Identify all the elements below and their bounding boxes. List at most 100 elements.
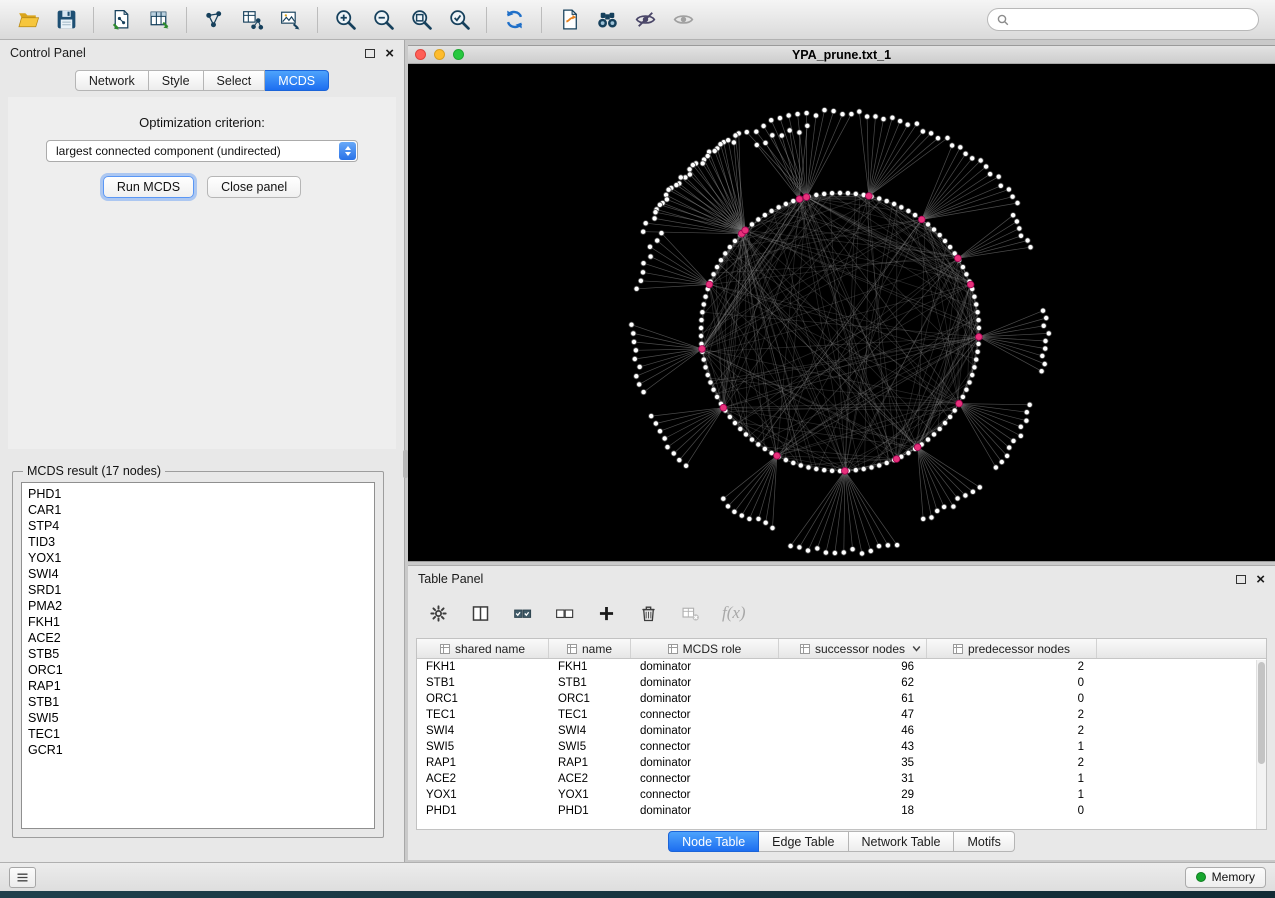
table-row[interactable]: SWI4SWI4dominator462 — [417, 723, 1266, 739]
close-window-icon[interactable] — [415, 49, 426, 60]
mcds-result-list[interactable]: PHD1CAR1STP4TID3YOX1SWI4SRD1PMA2FKH1ACE2… — [21, 482, 375, 829]
memory-button[interactable]: Memory — [1185, 867, 1266, 888]
tab-network-table[interactable]: Network Table — [849, 831, 955, 852]
mcds-result-node[interactable]: CAR1 — [28, 502, 374, 518]
tab-network[interactable]: Network — [75, 70, 149, 91]
table-cell: YOX1 — [549, 787, 631, 803]
mcds-result-node[interactable]: TID3 — [28, 534, 374, 550]
tab-mcds[interactable]: MCDS — [265, 70, 329, 91]
table-row[interactable]: ACE2ACE2connector311 — [417, 771, 1266, 787]
tab-edge-table[interactable]: Edge Table — [759, 831, 848, 852]
open-session-icon — [16, 7, 41, 32]
control-panel: Control Panel × NetworkStyleSelectMCDS O… — [0, 40, 405, 862]
mcds-result-node[interactable]: SWI4 — [28, 566, 374, 582]
export-table-button[interactable] — [234, 4, 270, 36]
network-canvas[interactable] — [408, 64, 1275, 561]
mcds-result-node[interactable]: ORC1 — [28, 662, 374, 678]
zoom-selected-button[interactable] — [441, 4, 477, 36]
close-panel-button[interactable]: Close panel — [207, 176, 301, 198]
deselect-all-button[interactable] — [554, 603, 575, 624]
import-table-file-button[interactable] — [141, 4, 177, 36]
column-label: MCDS role — [683, 642, 742, 656]
table-scrollbar[interactable] — [1256, 660, 1266, 829]
mcds-result-node[interactable]: SWI5 — [28, 710, 374, 726]
mcds-result-node[interactable]: PHD1 — [28, 486, 374, 502]
mcds-result-fieldset: MCDS result (17 nodes) PHD1CAR1STP4TID3Y… — [12, 464, 384, 838]
table-row[interactable]: TEC1TEC1connector472 — [417, 707, 1266, 723]
share-document-button[interactable] — [551, 4, 587, 36]
zoom-in-button[interactable] — [327, 4, 363, 36]
mcds-result-node[interactable]: STB5 — [28, 646, 374, 662]
table-cell: dominator — [631, 723, 779, 739]
mcds-result-node[interactable]: GCR1 — [28, 742, 374, 758]
export-network-button[interactable] — [196, 4, 232, 36]
status-menu-button[interactable] — [9, 867, 36, 888]
mcds-result-node[interactable]: STB1 — [28, 694, 374, 710]
column-header-name[interactable]: name — [549, 639, 631, 658]
table-row[interactable]: SWI5SWI5connector431 — [417, 739, 1266, 755]
dominator-node — [842, 468, 849, 475]
toggle-columns-button[interactable] — [470, 603, 491, 624]
apply-function-button[interactable]: f(x) — [722, 603, 746, 623]
float-table-panel-icon[interactable] — [1236, 575, 1246, 584]
import-network-file-button[interactable] — [103, 4, 139, 36]
show-details-button[interactable] — [665, 4, 701, 36]
table-row[interactable]: PHD1PHD1dominator180 — [417, 803, 1266, 819]
list-menu-icon — [15, 870, 30, 885]
column-header-MCDS-role[interactable]: MCDS role — [631, 639, 779, 658]
mcds-result-node[interactable]: FKH1 — [28, 614, 374, 630]
table-row[interactable]: YOX1YOX1connector291 — [417, 787, 1266, 803]
import-table-file-icon — [147, 7, 172, 32]
settings-gear-button[interactable] — [428, 603, 449, 624]
tab-node-table[interactable]: Node Table — [668, 831, 759, 852]
table-toolbar: f(x) — [408, 590, 1275, 636]
tab-style[interactable]: Style — [149, 70, 204, 91]
column-header-predecessor-nodes[interactable]: predecessor nodes — [927, 639, 1097, 658]
save-session-button[interactable] — [48, 4, 84, 36]
table-cell: 96 — [779, 659, 927, 675]
table-row[interactable]: ORC1ORC1dominator610 — [417, 691, 1266, 707]
delete-table-button[interactable] — [680, 603, 701, 624]
criterion-dropdown[interactable]: largest connected component (undirected) — [46, 140, 358, 162]
table-cell: RAP1 — [417, 755, 549, 771]
table-row[interactable]: STB1STB1dominator620 — [417, 675, 1266, 691]
mcds-result-node[interactable]: PMA2 — [28, 598, 374, 614]
float-panel-icon[interactable] — [365, 49, 375, 58]
mcds-result-node[interactable]: YOX1 — [28, 550, 374, 566]
mcds-result-node[interactable]: TEC1 — [28, 726, 374, 742]
mcds-result-node[interactable]: STP4 — [28, 518, 374, 534]
hide-details-button[interactable] — [627, 4, 663, 36]
tab-motifs[interactable]: Motifs — [954, 831, 1014, 852]
export-image-button[interactable] — [272, 4, 308, 36]
search-network-button[interactable] — [589, 4, 625, 36]
table-row[interactable]: RAP1RAP1dominator352 — [417, 755, 1266, 771]
maximize-window-icon[interactable] — [453, 49, 464, 60]
open-session-button[interactable] — [10, 4, 46, 36]
search-input[interactable] — [1015, 13, 1249, 27]
add-column-button[interactable] — [596, 603, 617, 624]
mcds-result-node[interactable]: RAP1 — [28, 678, 374, 694]
select-all-button[interactable] — [512, 603, 533, 624]
zoom-fit-button[interactable] — [403, 4, 439, 36]
minimize-window-icon[interactable] — [434, 49, 445, 60]
table-row[interactable]: FKH1FKH1dominator962 — [417, 659, 1266, 675]
network-graph[interactable] — [408, 64, 1275, 561]
table-cell: ORC1 — [417, 691, 549, 707]
table-cell: 2 — [927, 723, 1097, 739]
delete-column-button[interactable] — [638, 603, 659, 624]
close-panel-icon[interactable]: × — [385, 46, 394, 61]
save-session-icon — [54, 7, 79, 32]
close-table-panel-icon[interactable]: × — [1256, 572, 1265, 587]
refresh-view-button[interactable] — [496, 4, 532, 36]
run-mcds-button[interactable]: Run MCDS — [103, 176, 194, 198]
search-box[interactable] — [987, 8, 1259, 31]
mcds-result-node[interactable]: SRD1 — [28, 582, 374, 598]
dominator-node — [914, 444, 921, 451]
tab-select[interactable]: Select — [204, 70, 266, 91]
mcds-result-node[interactable]: ACE2 — [28, 630, 374, 646]
scrollbar-thumb[interactable] — [1258, 662, 1265, 764]
table-cell: dominator — [631, 675, 779, 691]
column-header-successor-nodes[interactable]: successor nodes — [779, 639, 927, 658]
zoom-out-button[interactable] — [365, 4, 401, 36]
column-header-shared-name[interactable]: shared name — [417, 639, 549, 658]
